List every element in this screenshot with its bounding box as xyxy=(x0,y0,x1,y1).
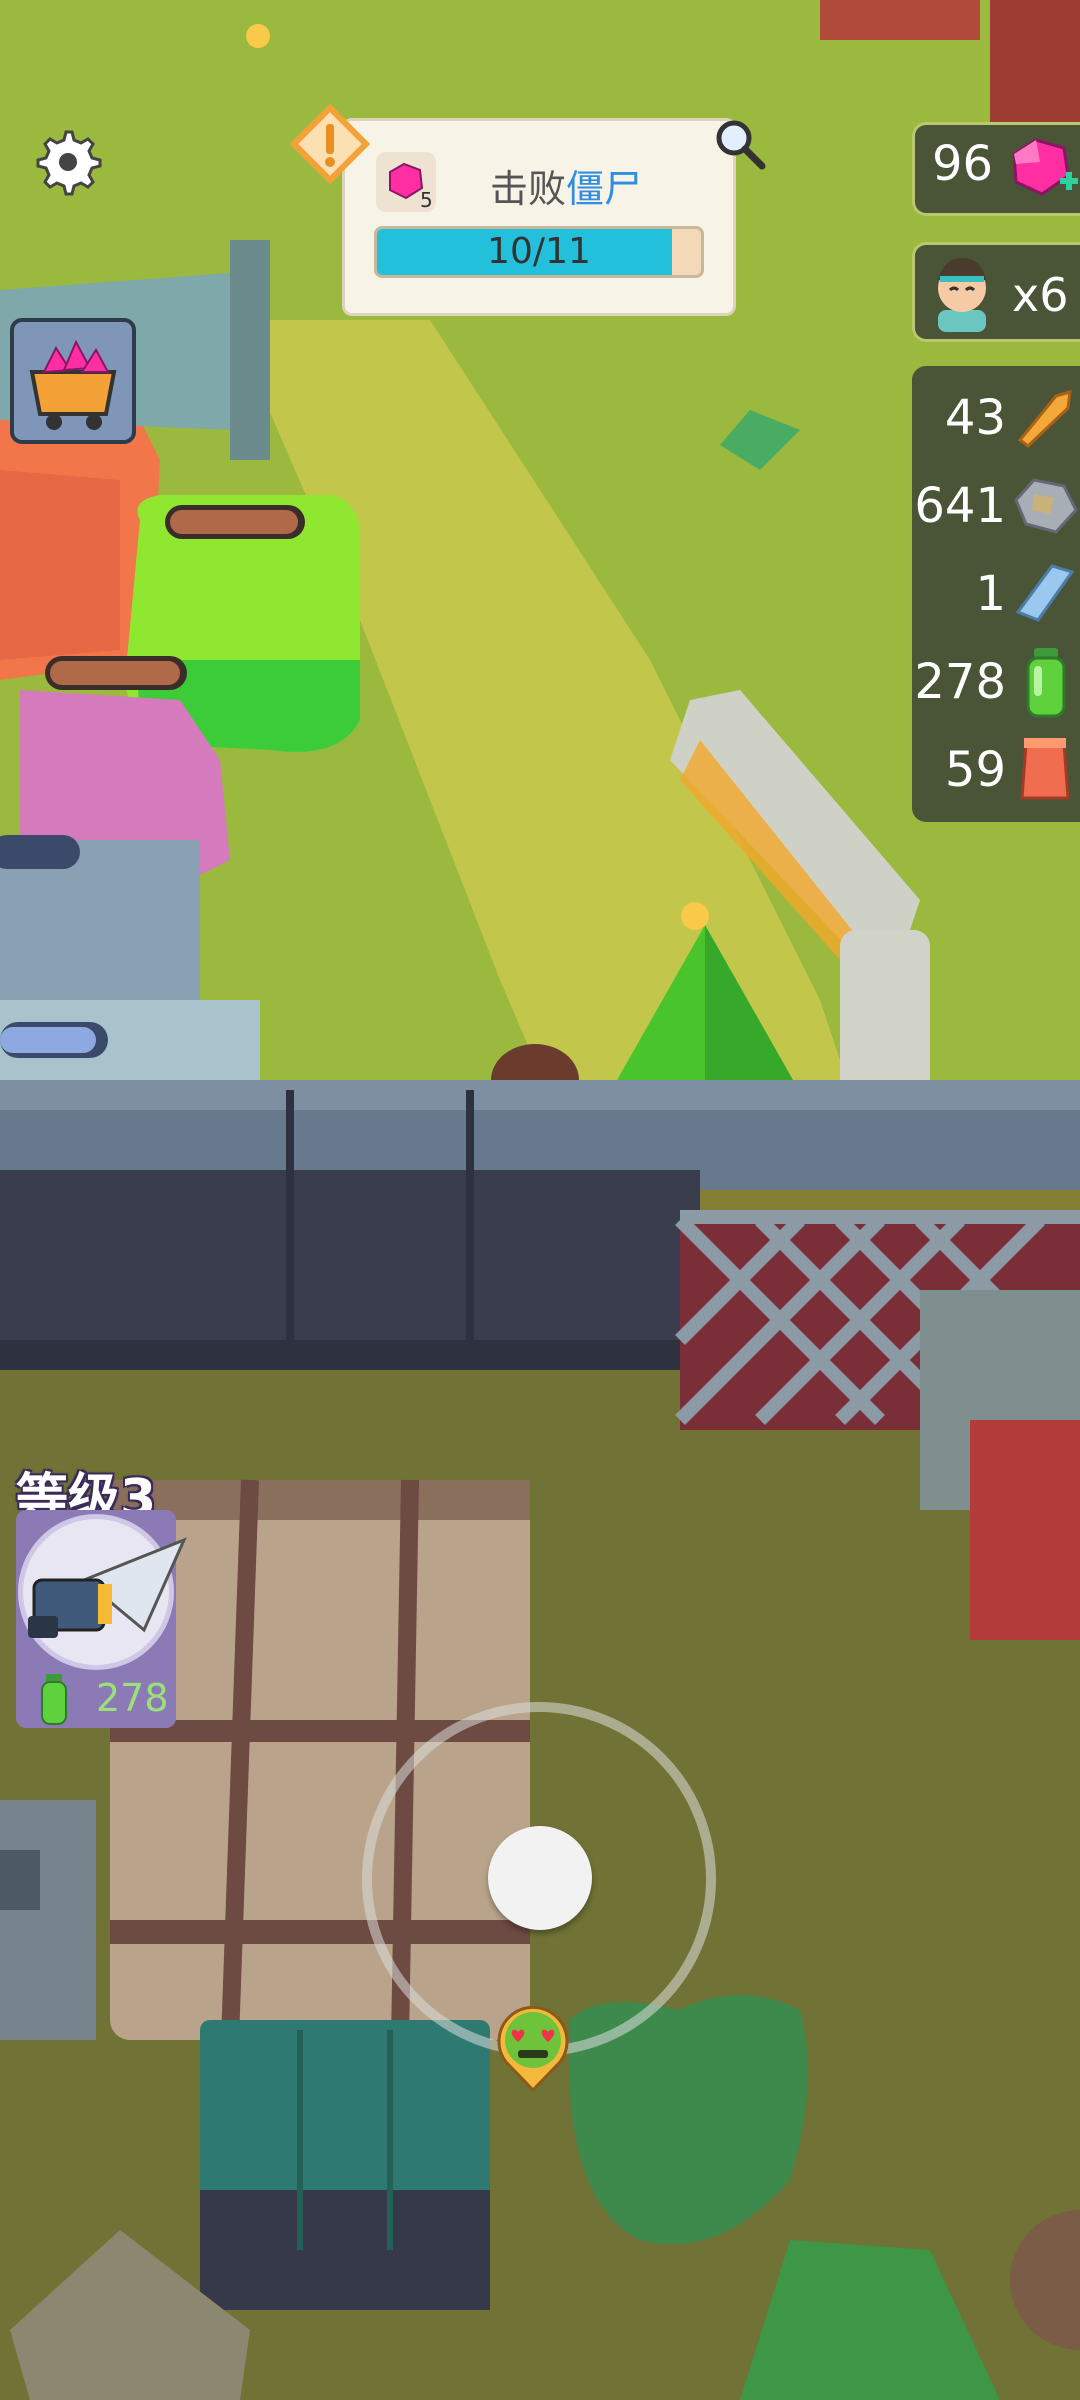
pink-gem-plus-icon[interactable] xyxy=(1006,134,1080,208)
canister-count: 59 xyxy=(944,742,1006,798)
scrap-count: 641 xyxy=(914,478,1006,534)
quest-card[interactable] xyxy=(342,118,736,316)
exclamation-icon xyxy=(289,103,371,185)
character-count: x6 xyxy=(1012,268,1069,322)
bullet-count: 43 xyxy=(944,390,1006,446)
gear-icon xyxy=(36,130,102,196)
potion-count: 278 xyxy=(914,654,1006,710)
orange-canister-icon xyxy=(1018,734,1072,812)
magnifier-icon xyxy=(716,120,766,170)
quest-progress-text: 10/11 xyxy=(487,231,591,272)
ammo-potion-icon xyxy=(38,1672,70,1730)
bullet-icon xyxy=(1012,382,1078,456)
quest-title: 击败僵尸 xyxy=(490,167,643,211)
gem-count: 96 xyxy=(932,136,994,192)
weapon-ammo-count: 278 xyxy=(96,1676,169,1720)
search-button[interactable] xyxy=(712,116,768,172)
crystal-bar-icon xyxy=(1012,558,1078,632)
green-potion-icon xyxy=(1022,646,1070,724)
alert-button[interactable] xyxy=(289,103,371,185)
drill-gun-icon xyxy=(14,1520,188,1674)
quest-gem-count: 5 xyxy=(420,188,433,212)
gem-cart-button[interactable] xyxy=(10,318,136,444)
joystick-knob[interactable] xyxy=(488,1826,592,1930)
crystal-count: 1 xyxy=(975,566,1006,622)
settings-button[interactable] xyxy=(28,124,104,200)
scrap-metal-icon xyxy=(1010,470,1080,544)
survivor-face-icon xyxy=(924,250,1000,338)
gem-cart-icon xyxy=(29,339,117,430)
zombie-heart-eyes-icon xyxy=(490,1998,576,2094)
quest-progress-bar: 10/11 xyxy=(374,226,704,278)
